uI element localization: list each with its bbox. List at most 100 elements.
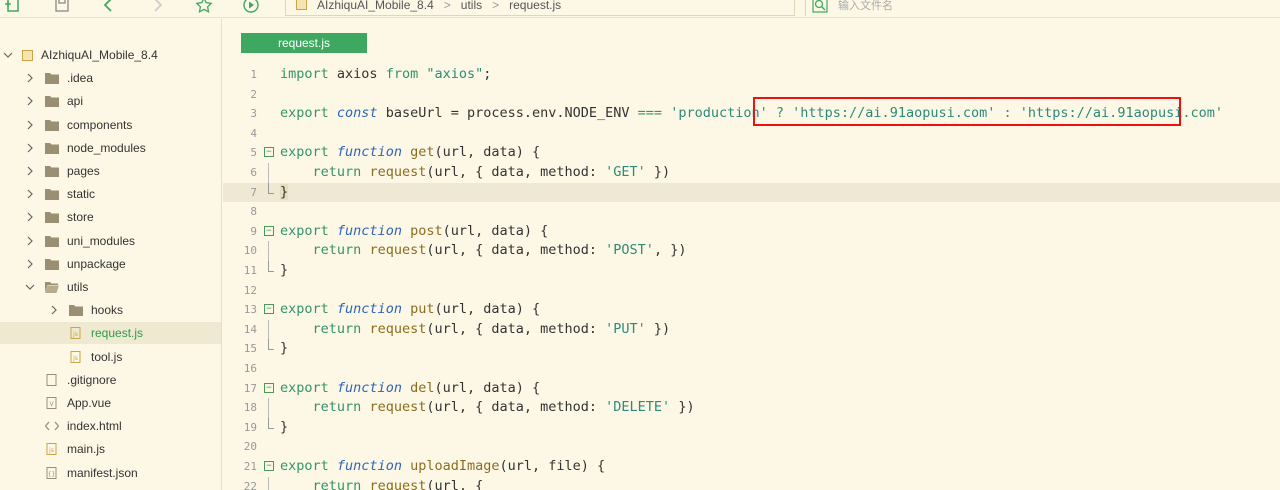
chevron-right-icon[interactable] <box>25 212 35 222</box>
fold-guide <box>268 319 269 340</box>
search-input[interactable]: 输入文件名 <box>838 0 893 13</box>
fold-toggle-icon[interactable]: − <box>264 304 274 315</box>
chevron-right-icon[interactable] <box>25 259 35 269</box>
chevron-right-icon[interactable] <box>25 236 35 246</box>
tree-item[interactable]: index.html <box>0 415 221 437</box>
chevron-right-icon[interactable] <box>25 166 35 176</box>
project-icon <box>296 0 307 10</box>
code-text: export function del(url, data) { <box>280 379 541 396</box>
line-number: 22 <box>243 479 257 490</box>
code-line: 14 return request(url, { data, method: '… <box>223 319 1280 340</box>
search-icon <box>812 0 828 13</box>
breadcrumb-file[interactable]: request.js <box>509 0 561 12</box>
new-file-icon[interactable] <box>4 0 22 14</box>
file-search[interactable]: 输入文件名 <box>805 0 1280 16</box>
tree-label: main.js <box>67 442 106 457</box>
tree-label: uni_modules <box>67 233 136 248</box>
code-line: 17− export function del(url, data) { <box>223 379 1280 399</box>
tree-item[interactable]: js tool.js <box>0 346 221 368</box>
tree-item[interactable]: store <box>0 206 221 228</box>
line-number: 17 <box>243 381 257 395</box>
chevron-right-icon[interactable] <box>25 143 35 153</box>
js-file-icon: js <box>45 443 59 456</box>
folder-icon <box>45 119 59 131</box>
fold-guide <box>268 339 274 351</box>
tree-item[interactable]: static <box>0 183 221 205</box>
tree-item[interactable]: uni_modules <box>0 230 221 252</box>
file-icon <box>45 373 59 386</box>
breadcrumb-separator: > <box>443 0 451 12</box>
forward-arrow-icon[interactable] <box>148 0 166 14</box>
chevron-right-icon[interactable] <box>25 96 35 106</box>
code-line-current: 7} <box>223 182 1280 203</box>
chevron-down-icon[interactable] <box>3 50 13 60</box>
tree-item[interactable]: node_modules <box>0 137 221 159</box>
code-line: 10 return request(url, { data, method: '… <box>223 241 1280 261</box>
chevron-right-icon[interactable] <box>25 120 35 130</box>
tree-item[interactable]: unpackage <box>0 253 221 275</box>
line-number: 3 <box>250 107 257 121</box>
folder-icon <box>45 188 59 201</box>
html-file-icon <box>45 420 59 432</box>
line-number: 6 <box>250 166 257 179</box>
line-number: 4 <box>250 126 257 140</box>
fold-guide <box>268 261 274 272</box>
tree-item[interactable]: api <box>0 90 221 112</box>
fold-guide <box>268 182 274 194</box>
tree-label: static <box>67 187 96 202</box>
tree-label: utils <box>67 280 89 294</box>
breadcrumb-project[interactable]: AIzhiquAI_Mobile_8.4 <box>317 0 434 12</box>
tree-item[interactable]: V App.vue <box>0 392 221 414</box>
back-arrow-icon[interactable] <box>100 0 118 14</box>
svg-text:js: js <box>72 355 78 362</box>
code-text: } <box>280 262 289 278</box>
tree-item[interactable]: hooks <box>0 299 221 321</box>
tree-item[interactable]: js main.js <box>0 438 221 460</box>
tab-request-js[interactable]: request.js <box>241 33 367 53</box>
tree-item[interactable]: {} manifest.json <box>0 462 221 484</box>
tree-label: request.js <box>91 326 144 341</box>
chevron-down-icon[interactable] <box>25 282 35 292</box>
tree-item[interactable]: .gitignore <box>0 369 221 391</box>
run-icon[interactable] <box>242 0 260 14</box>
fold-toggle-icon[interactable]: − <box>264 461 274 471</box>
line-number: 19 <box>243 420 257 434</box>
code-text: return request(url, { data, method: 'DEL… <box>312 399 695 416</box>
tree-label: api <box>67 94 84 109</box>
breadcrumb-folder[interactable]: utils <box>461 0 482 12</box>
tree-item[interactable]: components <box>0 114 221 136</box>
breadcrumb-separator: > <box>492 0 500 12</box>
tree-item[interactable]: .idea <box>0 67 221 89</box>
line-number: 9 <box>250 224 257 238</box>
star-icon[interactable] <box>195 0 213 14</box>
code-text: export function uploadImage(url, file) { <box>280 458 606 474</box>
code-editor[interactable]: request.js 1 import axios from "axios"; 2… <box>223 19 1280 490</box>
line-number: 13 <box>243 303 257 317</box>
folder-icon <box>45 72 59 85</box>
tree-project-root[interactable]: AIzhiquAI_Mobile_8.4 <box>0 44 221 66</box>
fold-toggle-icon[interactable]: − <box>264 382 274 393</box>
save-icon[interactable] <box>53 0 71 14</box>
tree-item[interactable]: js request.js <box>0 322 221 345</box>
code-line: 4 <box>223 124 1280 144</box>
tree-item[interactable]: pages <box>0 160 221 182</box>
folder-icon <box>45 142 59 154</box>
fold-toggle-icon[interactable]: − <box>264 225 274 236</box>
vue-file-icon: V <box>45 397 59 409</box>
fold-toggle-icon[interactable]: − <box>264 147 274 158</box>
project-explorer: AIzhiquAI_Mobile_8.4 .idea api components n… <box>0 19 222 490</box>
chevron-right-icon[interactable] <box>49 305 59 315</box>
code-line: 1 import axios from "axios"; <box>223 65 1280 85</box>
fold-guide <box>268 417 274 429</box>
js-file-icon: js <box>69 350 83 363</box>
tree-item[interactable]: utils <box>0 276 221 298</box>
chevron-right-icon[interactable] <box>25 73 35 83</box>
tree-label: components <box>67 117 133 132</box>
folder-icon <box>45 95 59 108</box>
code-line: 18 return request(url, { data, method: '… <box>223 398 1280 418</box>
folder-icon <box>69 304 83 317</box>
chevron-right-icon[interactable] <box>25 189 35 199</box>
